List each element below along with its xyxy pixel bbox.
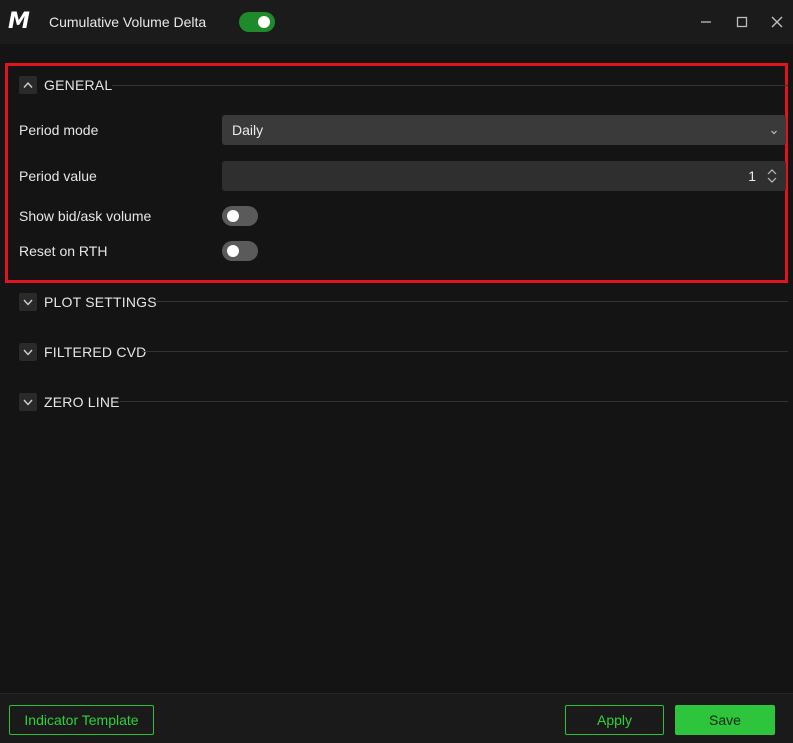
spinner-icon[interactable] — [766, 167, 778, 188]
section-zero-line-header[interactable]: ZERO LINE — [19, 392, 120, 412]
period-mode-value: Daily — [232, 122, 264, 138]
period-value-input[interactable]: 1 — [222, 161, 786, 191]
reset-rth-toggle[interactable] — [222, 241, 258, 261]
app-logo: M — [8, 9, 30, 34]
divider — [120, 401, 788, 402]
indicator-template-button[interactable]: Indicator Template — [9, 705, 154, 735]
toggle-knob — [227, 210, 239, 222]
chevron-down-icon — [770, 123, 778, 139]
divider — [152, 301, 788, 302]
divider — [142, 351, 788, 352]
window-title: Cumulative Volume Delta — [49, 14, 207, 30]
show-bid-ask-label: Show bid/ask volume — [19, 208, 152, 224]
divider — [112, 85, 788, 86]
section-plot-settings-label: PLOT SETTINGS — [44, 294, 157, 310]
close-icon[interactable] — [766, 11, 788, 33]
chevron-down-icon[interactable] — [19, 343, 37, 361]
minimize-icon[interactable] — [695, 11, 717, 33]
period-value-number: 1 — [748, 168, 756, 184]
title-bar: M Cumulative Volume Delta — [0, 0, 793, 44]
toggle-knob — [258, 16, 270, 28]
show-bid-ask-toggle[interactable] — [222, 206, 258, 226]
footer-bar: Indicator Template Apply Save — [0, 693, 793, 743]
section-filtered-cvd-label: FILTERED CVD — [44, 344, 147, 360]
apply-button[interactable]: Apply — [565, 705, 664, 735]
section-zero-line-label: ZERO LINE — [44, 394, 120, 410]
section-general-header[interactable]: GENERAL — [19, 75, 112, 95]
toggle-knob — [227, 245, 239, 257]
reset-rth-label: Reset on RTH — [19, 243, 108, 259]
section-filtered-cvd-header[interactable]: FILTERED CVD — [19, 342, 147, 362]
maximize-icon[interactable] — [731, 11, 753, 33]
period-value-label: Period value — [19, 168, 97, 184]
indicator-enabled-toggle[interactable] — [239, 12, 275, 32]
chevron-up-icon[interactable] — [19, 76, 37, 94]
save-button[interactable]: Save — [675, 705, 775, 735]
section-general-label: GENERAL — [44, 77, 113, 93]
period-mode-label: Period mode — [19, 122, 99, 138]
chevron-down-icon[interactable] — [19, 293, 37, 311]
section-plot-settings-header[interactable]: PLOT SETTINGS — [19, 292, 157, 312]
period-mode-select[interactable]: Daily — [222, 115, 786, 145]
chevron-down-icon[interactable] — [19, 393, 37, 411]
